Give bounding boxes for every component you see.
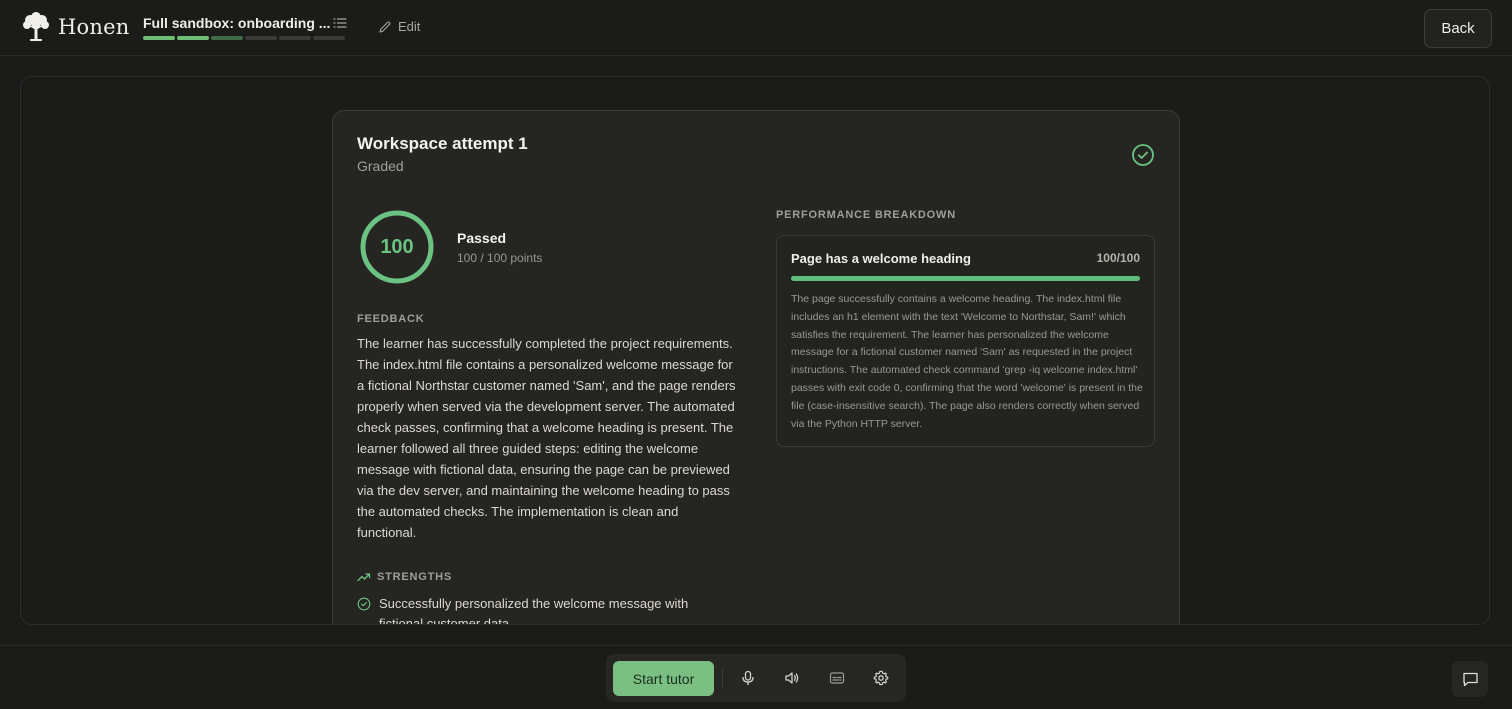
check-circle-icon bbox=[357, 597, 371, 611]
tutor-controls: Start tutor bbox=[606, 654, 906, 702]
captions-icon bbox=[829, 672, 845, 684]
brand-logo[interactable]: Honen bbox=[20, 12, 129, 42]
points-text: 100 / 100 points bbox=[457, 251, 543, 265]
pencil-icon bbox=[379, 20, 391, 33]
gear-icon bbox=[873, 670, 889, 686]
brand-name: Honen bbox=[58, 15, 130, 39]
progress-segment bbox=[211, 36, 243, 40]
course-title[interactable]: Full sandbox: onboarding ... bbox=[143, 15, 330, 31]
edit-label: Edit bbox=[398, 19, 421, 34]
course-progress bbox=[143, 36, 345, 40]
start-tutor-button[interactable]: Start tutor bbox=[613, 661, 714, 696]
chat-button[interactable] bbox=[1452, 661, 1488, 697]
criterion-score: 100/100 bbox=[1096, 251, 1140, 265]
captions-button[interactable] bbox=[827, 668, 847, 688]
strengths-header: STRENGTHS bbox=[357, 570, 452, 584]
check-circle-icon bbox=[1132, 144, 1154, 166]
criterion-description: The page successfully contains a welcome… bbox=[791, 293, 1143, 430]
attempt-card: Workspace attempt 1 Graded 100 Passed 10… bbox=[332, 110, 1180, 625]
chat-icon bbox=[1462, 672, 1478, 686]
top-bar: Honen Full sandbox: onboarding ... Edit … bbox=[0, 0, 1512, 56]
trending-up-icon bbox=[357, 573, 371, 582]
list-icon[interactable] bbox=[333, 16, 347, 30]
main-stage: Workspace attempt 1 Graded 100 Passed 10… bbox=[20, 76, 1490, 625]
speaker-icon bbox=[785, 672, 799, 684]
feedback-text: The learner has successfully completed t… bbox=[357, 336, 736, 540]
speaker-button[interactable] bbox=[782, 668, 802, 688]
attempt-title: Workspace attempt 1 bbox=[357, 134, 528, 153]
strengths-label: STRENGTHS bbox=[377, 571, 453, 583]
microphone-button[interactable] bbox=[738, 668, 758, 688]
attempt-status: Graded bbox=[357, 158, 404, 174]
criterion-title: Page has a welcome heading bbox=[791, 251, 971, 266]
progress-segment bbox=[143, 36, 175, 40]
strength-text: Successfully personalized the welcome me… bbox=[379, 596, 689, 625]
performance-label: PERFORMANCE BREAKDOWN bbox=[776, 209, 956, 221]
criterion-progress-fill bbox=[791, 276, 1140, 281]
progress-segment bbox=[313, 36, 345, 40]
list-item: Successfully personalized the welcome me… bbox=[357, 594, 717, 625]
back-button[interactable]: Back bbox=[1424, 9, 1492, 48]
settings-button[interactable] bbox=[871, 668, 891, 688]
bottom-bar: Start tutor bbox=[0, 645, 1512, 709]
divider bbox=[722, 668, 723, 689]
tree-icon bbox=[23, 12, 49, 41]
progress-segment bbox=[177, 36, 209, 40]
performance-item: Page has a welcome heading 100/100 The p… bbox=[776, 235, 1155, 447]
feedback-label: FEEDBACK bbox=[357, 313, 425, 325]
progress-segment bbox=[245, 36, 277, 40]
microphone-icon bbox=[742, 670, 754, 686]
progress-segment bbox=[279, 36, 311, 40]
criterion-progress-bar bbox=[791, 276, 1140, 281]
edit-button[interactable]: Edit bbox=[378, 19, 420, 34]
score-value: 100 bbox=[380, 235, 414, 258]
result-label: Passed bbox=[457, 230, 507, 246]
